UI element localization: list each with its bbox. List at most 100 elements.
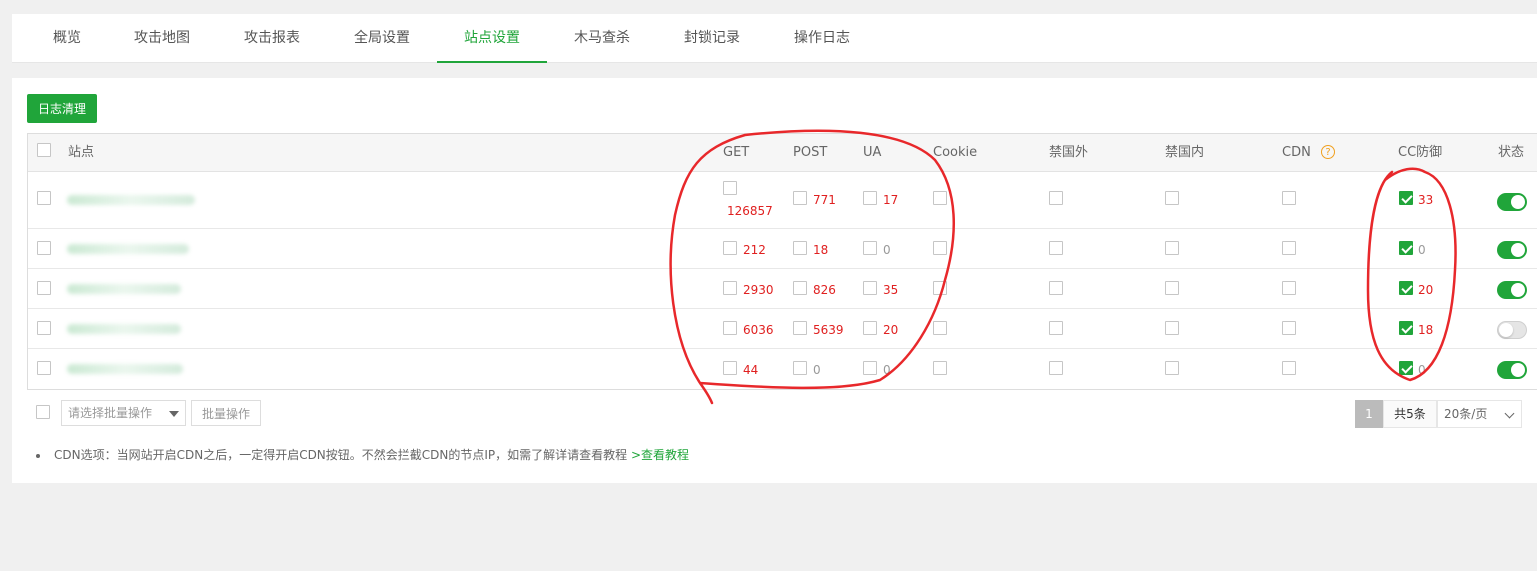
- status-toggle[interactable]: [1497, 361, 1527, 379]
- header-cc-defense: CC防御: [1398, 145, 1443, 160]
- ua-checkbox[interactable]: [863, 361, 877, 375]
- tab-overview[interactable]: 概览: [37, 14, 97, 62]
- tab-operation-log[interactable]: 操作日志: [782, 14, 862, 62]
- post-checkbox[interactable]: [793, 321, 807, 335]
- post-checkbox[interactable]: [793, 281, 807, 295]
- get-checkbox[interactable]: [723, 361, 737, 375]
- get-checkbox[interactable]: [723, 321, 737, 335]
- get-checkbox[interactable]: [723, 281, 737, 295]
- tab-attack-report[interactable]: 攻击报表: [232, 14, 312, 62]
- chevron-down-icon: [1504, 408, 1515, 419]
- ban-foreign-checkbox[interactable]: [1049, 191, 1063, 205]
- ua-checkbox[interactable]: [863, 191, 877, 205]
- table-row: 212 18 0 0: [28, 229, 1537, 269]
- site-settings-panel: 日志清理 站点 GET POST UA Cookie 禁国外 禁国内 CDN ?…: [12, 78, 1537, 483]
- get-count: 126857: [727, 204, 773, 218]
- ban-domestic-checkbox[interactable]: [1165, 281, 1179, 295]
- table-row: 44 0 0 0: [28, 349, 1537, 388]
- get-checkbox[interactable]: [723, 241, 737, 255]
- cc-count: 18: [1418, 323, 1434, 337]
- batch-operation-select[interactable]: 请选择批量操作: [61, 400, 186, 426]
- cookie-checkbox[interactable]: [933, 361, 947, 375]
- header-cdn: CDN: [1282, 145, 1311, 160]
- question-icon[interactable]: ?: [1321, 145, 1335, 159]
- batch-operation-button[interactable]: 批量操作: [191, 400, 261, 426]
- table-row: 2930 826 35 20: [28, 269, 1537, 309]
- post-checkbox[interactable]: [793, 191, 807, 205]
- cookie-checkbox[interactable]: [933, 321, 947, 335]
- cc-checkbox[interactable]: [1399, 191, 1413, 205]
- post-checkbox[interactable]: [793, 241, 807, 255]
- ua-count: 35: [883, 283, 899, 297]
- cc-checkbox[interactable]: [1399, 281, 1413, 295]
- cdn-checkbox[interactable]: [1282, 321, 1296, 335]
- ban-foreign-checkbox[interactable]: [1049, 241, 1063, 255]
- status-toggle[interactable]: [1497, 193, 1527, 211]
- tab-attack-map[interactable]: 攻击地图: [122, 14, 202, 62]
- ban-foreign-checkbox[interactable]: [1049, 321, 1063, 335]
- ua-count: 0: [883, 243, 891, 257]
- batch-select-placeholder: 请选择批量操作: [68, 406, 153, 420]
- tutorial-link[interactable]: >查看教程: [631, 448, 689, 462]
- site-name-redacted[interactable]: [67, 324, 181, 334]
- status-toggle[interactable]: [1497, 241, 1527, 259]
- ua-count: 17: [883, 193, 899, 207]
- cookie-checkbox[interactable]: [933, 191, 947, 205]
- cdn-note: CDN选项：当网站开启CDN之后，一定得开启CDN按钮。不然会拦截CDN的节点I…: [36, 446, 689, 463]
- ban-foreign-checkbox[interactable]: [1049, 281, 1063, 295]
- cc-count: 0: [1418, 363, 1426, 377]
- clear-logs-button[interactable]: 日志清理: [27, 94, 97, 123]
- tab-site-settings[interactable]: 站点设置: [437, 14, 547, 63]
- footer-select-all-checkbox[interactable]: [36, 405, 50, 419]
- cdn-checkbox[interactable]: [1282, 361, 1296, 375]
- site-table: 站点 GET POST UA Cookie 禁国外 禁国内 CDN ? CC防御…: [27, 133, 1537, 390]
- site-name-redacted[interactable]: [67, 284, 181, 294]
- tab-trojan-scan[interactable]: 木马查杀: [562, 14, 642, 62]
- tab-block-records[interactable]: 封锁记录: [672, 14, 752, 62]
- site-name-redacted[interactable]: [67, 244, 189, 254]
- page-size-label: 20条/页: [1444, 407, 1488, 421]
- ban-domestic-checkbox[interactable]: [1165, 321, 1179, 335]
- cookie-checkbox[interactable]: [933, 281, 947, 295]
- cdn-checkbox[interactable]: [1282, 241, 1296, 255]
- caret-down-icon: [169, 411, 179, 417]
- header-cookie: Cookie: [933, 145, 978, 160]
- ban-domestic-checkbox[interactable]: [1165, 241, 1179, 255]
- page-size-select[interactable]: 20条/页: [1437, 400, 1522, 428]
- ua-checkbox[interactable]: [863, 321, 877, 335]
- select-all-checkbox[interactable]: [37, 143, 51, 157]
- ban-domestic-checkbox[interactable]: [1165, 191, 1179, 205]
- row-checkbox[interactable]: [37, 241, 51, 255]
- row-checkbox[interactable]: [37, 321, 51, 335]
- cc-checkbox[interactable]: [1399, 241, 1413, 255]
- ban-domestic-checkbox[interactable]: [1165, 361, 1179, 375]
- cookie-checkbox[interactable]: [933, 241, 947, 255]
- status-toggle[interactable]: [1497, 321, 1527, 339]
- cc-checkbox[interactable]: [1399, 361, 1413, 375]
- tab-global-settings[interactable]: 全局设置: [342, 14, 422, 62]
- ua-count: 20: [883, 323, 899, 337]
- get-count: 2930: [743, 283, 774, 297]
- site-name-redacted[interactable]: [67, 195, 195, 205]
- row-checkbox[interactable]: [37, 281, 51, 295]
- cc-count: 33: [1418, 193, 1434, 207]
- cc-count: 0: [1418, 243, 1426, 257]
- ua-count: 0: [883, 363, 891, 377]
- row-checkbox[interactable]: [37, 361, 51, 375]
- cc-checkbox[interactable]: [1399, 321, 1413, 335]
- total-count: 共5条: [1383, 400, 1437, 428]
- get-checkbox[interactable]: [723, 181, 737, 195]
- page-button-current[interactable]: 1: [1355, 400, 1383, 428]
- cdn-checkbox[interactable]: [1282, 281, 1296, 295]
- post-count: 826: [813, 283, 836, 297]
- ua-checkbox[interactable]: [863, 281, 877, 295]
- site-name-redacted[interactable]: [67, 364, 183, 374]
- ban-foreign-checkbox[interactable]: [1049, 361, 1063, 375]
- post-checkbox[interactable]: [793, 361, 807, 375]
- bullet-icon: [36, 453, 40, 458]
- ua-checkbox[interactable]: [863, 241, 877, 255]
- header-ban-foreign: 禁国外: [1049, 145, 1089, 160]
- status-toggle[interactable]: [1497, 281, 1527, 299]
- row-checkbox[interactable]: [37, 191, 51, 205]
- cdn-checkbox[interactable]: [1282, 191, 1296, 205]
